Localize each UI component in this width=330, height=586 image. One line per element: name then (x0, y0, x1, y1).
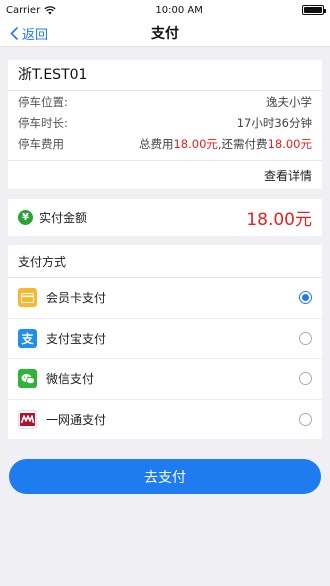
wechat-icon (18, 369, 37, 389)
payment-option-label: 一网通支付 (46, 412, 107, 427)
radio-member-card[interactable] (299, 291, 312, 305)
battery-icon (301, 5, 326, 15)
fee-due-prefix: ,还需付费 (217, 136, 268, 151)
duration-value: 17小时36分钟 (236, 115, 312, 130)
status-left: Carrier (6, 5, 56, 16)
payment-option-alipay[interactable]: 支 支付宝支付 (8, 319, 322, 359)
radio-wechat[interactable] (299, 372, 312, 386)
yen-icon: ¥ (18, 210, 33, 225)
amount-label: 实付金额 (39, 211, 88, 225)
view-details-row: 查看详情 (8, 160, 322, 189)
fee-total: 18.00元 (173, 136, 218, 151)
status-time: 10:00 AM (155, 4, 203, 16)
back-button[interactable]: 返回 (10, 20, 48, 46)
pay-button[interactable]: 去支付 (9, 459, 321, 494)
duration-label: 停车时长: (18, 115, 68, 130)
payment-option-ywt[interactable]: 一网通支付 (8, 400, 322, 440)
back-label: 返回 (22, 27, 49, 43)
fee-total-prefix: 总费用 (138, 136, 174, 151)
parking-info-card: 浙T.EST01 停车位置: 逸夫小学 停车时长: 17小时36分钟 停车费用 … (8, 60, 322, 189)
view-details-link[interactable]: 查看详情 (264, 167, 312, 184)
location-label: 停车位置: (18, 94, 68, 109)
amount-value: 18.00元 (246, 210, 312, 230)
radio-ywt[interactable] (299, 412, 312, 426)
payment-methods-card: 支付方式 会员卡支付 支 支付宝支付 微信支付 一网通支付 (8, 245, 322, 439)
amount-card: ¥ 实付金额 18.00元 (8, 199, 322, 236)
payment-option-label: 微信支付 (46, 372, 95, 387)
location-value: 逸夫小学 (266, 94, 312, 109)
nav-bar: 返回 支付 (0, 20, 330, 47)
radio-alipay[interactable] (299, 331, 312, 345)
member-card-icon (18, 288, 37, 308)
status-bar: Carrier 10:00 AM (0, 0, 330, 20)
page-title: 支付 (151, 26, 179, 42)
payment-methods-header: 支付方式 (8, 245, 322, 278)
duration-row: 停车时长: 17小时36分钟 (8, 112, 322, 133)
payment-option-wechat[interactable]: 微信支付 (8, 359, 322, 400)
alipay-icon: 支 (18, 328, 37, 348)
wifi-icon (44, 5, 56, 14)
location-row: 停车位置: 逸夫小学 (8, 91, 322, 112)
payment-option-member-card[interactable]: 会员卡支付 (8, 278, 322, 319)
fee-label: 停车费用 (18, 136, 64, 151)
license-plate: 浙T.EST01 (8, 60, 322, 91)
carrier-label: Carrier (6, 4, 41, 16)
payment-option-label: 支付宝支付 (46, 331, 107, 346)
payment-option-label: 会员卡支付 (46, 291, 107, 306)
fee-row: 停车费用 总费用18.00元,还需付费18.00元 (8, 133, 322, 154)
chevron-left-icon (10, 26, 18, 40)
fee-due: 18.00元 (267, 136, 312, 151)
fee-value: 总费用18.00元,还需付费18.00元 (139, 136, 312, 152)
battery-level (303, 7, 322, 13)
ywt-icon (18, 409, 37, 429)
